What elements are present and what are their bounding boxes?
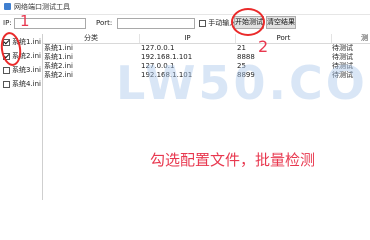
cell-port: 8899 <box>237 71 255 79</box>
cell-category: 系统2.ini <box>44 71 74 79</box>
config-item-4-label: 系统4.ini <box>12 80 42 88</box>
cell-port: 21 <box>237 44 246 52</box>
cell-status: 待测试 <box>332 44 353 52</box>
cell-category: 系统1.ini <box>44 53 74 61</box>
cell-status: 待测试 <box>332 53 353 61</box>
cell-ip: 192.168.1.101 <box>141 71 193 79</box>
window-title: 网络端口测试工具 <box>14 3 70 11</box>
manual-input-check-box[interactable] <box>199 19 206 27</box>
column-header-category[interactable]: 分类 <box>43 34 140 43</box>
config-item-4-checkbox[interactable] <box>3 80 10 88</box>
title-bar: 网络端口测试工具 <box>0 0 370 15</box>
table-row[interactable]: 系统2.ini 192.168.1.101 8899 待测试 <box>43 71 370 80</box>
annotation-number-1: 1 <box>20 12 30 30</box>
annotation-caption: 勾选配置文件，批量检测 <box>150 151 316 169</box>
toolbar: IP: Port: 手动输入 开始测试 清空结果 <box>0 15 370 33</box>
results-table: 分类 IP Port 测 系统1.ini 127.0.0.1 21 待测试 系统… <box>42 34 370 200</box>
cell-ip: 127.0.0.1 <box>141 44 175 52</box>
column-header-status[interactable]: 测 <box>332 34 370 43</box>
config-item-4[interactable]: 系统4.ini <box>3 79 41 89</box>
table-row[interactable]: 系统1.ini 127.0.0.1 21 待测试 <box>43 44 370 53</box>
port-label: Port: <box>96 19 113 27</box>
ip-label: IP: <box>3 19 12 27</box>
cell-ip: 127.0.0.1 <box>141 62 175 70</box>
cell-category: 系统2.ini <box>44 62 74 70</box>
cell-port: 8888 <box>237 53 255 61</box>
config-item-3-checkbox[interactable] <box>3 66 10 74</box>
cell-port: 25 <box>237 62 246 70</box>
cell-category: 系统1.ini <box>44 44 74 52</box>
config-item-3[interactable]: 系统3.ini <box>3 65 41 75</box>
app-icon <box>4 3 11 10</box>
table-row[interactable]: 系统2.ini 127.0.0.1 25 待测试 <box>43 62 370 71</box>
column-header-ip[interactable]: IP <box>140 34 236 43</box>
clear-results-button[interactable]: 清空结果 <box>266 16 296 29</box>
annotation-circle-start-button <box>231 8 265 36</box>
cell-ip: 192.168.1.101 <box>141 53 193 61</box>
table-row[interactable]: 系统1.ini 192.168.1.101 8888 待测试 <box>43 53 370 62</box>
cell-status: 待测试 <box>332 71 353 79</box>
port-input[interactable] <box>117 18 195 29</box>
cell-status: 待测试 <box>332 62 353 70</box>
config-item-3-label: 系统3.ini <box>12 66 42 74</box>
table-header: 分类 IP Port 测 <box>43 34 370 44</box>
annotation-number-2: 2 <box>258 37 269 56</box>
